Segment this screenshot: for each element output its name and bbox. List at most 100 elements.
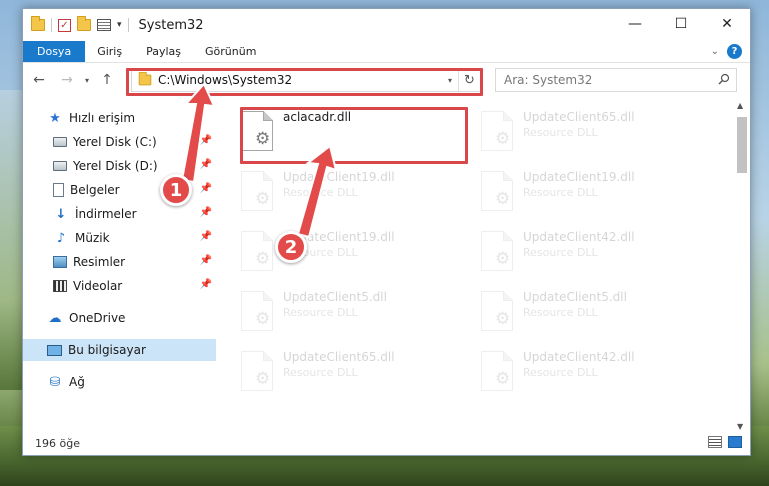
gear-icon: ⚙ [255, 189, 271, 209]
scroll-down-icon[interactable]: ▼ [737, 422, 743, 431]
pin-icon[interactable]: 📌 [200, 207, 212, 218]
dll-file-icon: ⚙ [241, 111, 273, 151]
ribbon-right: ⌄ ? [711, 44, 742, 59]
file-item[interactable]: ⚙ UpdateClient5.dll Resource DLL [473, 287, 693, 339]
file-name: aclacadr.dll [283, 110, 352, 124]
tab-home[interactable]: Giriş [85, 41, 134, 62]
scrollbar-thumb[interactable] [737, 117, 747, 173]
dll-file-icon: ⚙ [241, 171, 273, 211]
computer-icon [47, 344, 62, 356]
toolbar-divider [127, 18, 129, 32]
dll-file-icon: ⚙ [241, 291, 273, 331]
properties-check-icon[interactable]: ✓ [58, 18, 71, 32]
network-icon: ⛁ [49, 374, 61, 390]
file-name: UpdateClient42.dll [523, 230, 635, 244]
scroll-up-icon[interactable]: ▲ [737, 101, 743, 110]
address-path[interactable]: C:\Windows\System32 [158, 73, 292, 87]
close-button[interactable]: ✕ [704, 9, 750, 39]
view-switcher [708, 436, 742, 448]
minimize-button[interactable]: — [612, 9, 658, 39]
file-item-aclacadr[interactable]: ⚙ aclacadr.dll [233, 107, 453, 159]
pin-icon[interactable]: 📌 [200, 159, 212, 170]
file-name: UpdateClient5.dll [283, 290, 387, 304]
file-item[interactable]: ⚙ UpdateClient19.dll Resource DLL [233, 227, 453, 279]
sidebar-item-local-disk-d[interactable]: Yerel Disk (D:) 📌 [23, 155, 216, 177]
details-view-icon[interactable] [708, 436, 722, 448]
document-icon [53, 183, 64, 197]
pin-icon[interactable]: 📌 [200, 183, 212, 194]
search-icon[interactable] [718, 73, 730, 85]
file-item[interactable]: ⚙ UpdateClient19.dll Resource DLL [473, 167, 693, 219]
vertical-scrollbar[interactable]: ▲ ▼ [734, 99, 750, 433]
sidebar-item-label: Bu bilgisayar [68, 343, 146, 357]
back-arrow-icon[interactable]: ← [29, 72, 49, 88]
gear-icon: ⚙ [495, 249, 511, 269]
file-item[interactable]: ⚙ UpdateClient19.dll Resource DLL [233, 167, 453, 219]
sidebar-item-pictures[interactable]: Resimler 📌 [23, 251, 216, 273]
sidebar-item-label: Resimler [73, 255, 126, 269]
tab-share[interactable]: Paylaş [134, 41, 193, 62]
drive-icon [53, 161, 67, 171]
file-description: Resource DLL [523, 186, 598, 199]
sidebar-item-quick-access[interactable]: ★ Hızlı erişim [23, 107, 216, 129]
chevron-down-icon[interactable]: ⌄ [711, 46, 719, 57]
status-bar: 196 öğe [23, 431, 750, 455]
cloud-icon: ☁ [48, 310, 62, 326]
sidebar-item-music[interactable]: ♪ Müzik 📌 [23, 227, 216, 249]
new-folder-icon[interactable] [77, 16, 91, 31]
dll-file-icon: ⚙ [481, 111, 513, 151]
sidebar-item-this-pc[interactable]: Bu bilgisayar [23, 339, 216, 361]
pin-icon[interactable]: 📌 [200, 255, 212, 266]
drive-icon [53, 137, 67, 147]
file-name: UpdateClient65.dll [283, 350, 395, 364]
file-item[interactable]: ⚙ UpdateClient42.dll Resource DLL [473, 227, 693, 279]
maximize-button[interactable]: ☐ [658, 9, 704, 39]
file-item[interactable]: ⚙ UpdateClient65.dll Resource DLL [233, 347, 453, 399]
pin-icon[interactable]: 📌 [200, 135, 212, 146]
explorer-window: ✓ ▾ System32 — ☐ ✕ Dosya Giriş Paylaş Gö… [22, 8, 751, 456]
up-arrow-icon[interactable]: ↑ [97, 72, 117, 88]
dll-file-icon: ⚙ [241, 351, 273, 391]
sidebar-item-label: OneDrive [69, 311, 126, 325]
gear-icon: ⚙ [495, 309, 511, 329]
sidebar-item-label: Yerel Disk (C:) [73, 135, 157, 149]
file-item[interactable]: ⚙ UpdateClient42.dll Resource DLL [473, 347, 693, 399]
forward-arrow-icon[interactable]: → [57, 72, 77, 88]
sidebar-item-downloads[interactable]: ↓ İndirmeler 📌 [23, 203, 216, 225]
gear-icon: ⚙ [495, 189, 511, 209]
file-item[interactable]: ⚙ UpdateClient5.dll Resource DLL [233, 287, 453, 339]
sidebar-item-label: Videolar [73, 279, 123, 293]
sidebar-item-label: Hızlı erişim [69, 111, 136, 125]
dll-file-icon: ⚙ [481, 171, 513, 211]
folder-icon [31, 16, 45, 31]
sidebar-item-local-disk-c[interactable]: Yerel Disk (C:) 📌 [23, 131, 216, 153]
sidebar-item-videos[interactable]: Videolar 📌 [23, 275, 216, 297]
pin-icon[interactable]: 📌 [200, 279, 212, 290]
tab-view[interactable]: Görünüm [193, 41, 268, 62]
file-name: UpdateClient65.dll [523, 110, 635, 124]
address-bar[interactable]: C:\Windows\System32 ▾ ↻ [131, 68, 481, 92]
file-list: ⚙ aclacadr.dll ⚙ UpdateClient65.dll Reso… [233, 99, 731, 429]
file-description: Resource DLL [523, 306, 598, 319]
dll-file-icon: ⚙ [481, 351, 513, 391]
gear-icon: ⚙ [255, 309, 271, 329]
sidebar-item-label: İndirmeler [75, 207, 137, 221]
customize-list-icon[interactable] [97, 19, 111, 31]
search-input[interactable]: Ara: System32 [495, 68, 737, 92]
chevron-down-icon[interactable]: ▾ [117, 20, 122, 30]
help-icon[interactable]: ? [727, 44, 742, 59]
refresh-icon[interactable]: ↻ [458, 69, 480, 91]
dll-file-icon: ⚙ [481, 231, 513, 271]
chevron-down-icon[interactable]: ▾ [448, 76, 452, 85]
large-icons-view-icon[interactable] [728, 436, 742, 448]
sidebar-item-label: Belgeler [70, 183, 120, 197]
sidebar-item-network[interactable]: ⛁ Ağ [23, 371, 216, 393]
sidebar-item-onedrive[interactable]: ☁ OneDrive [23, 307, 216, 329]
file-name: UpdateClient42.dll [523, 350, 635, 364]
pin-icon[interactable]: 📌 [200, 231, 212, 242]
tab-file[interactable]: Dosya [23, 41, 86, 62]
gear-icon: ⚙ [255, 249, 271, 269]
file-description: Resource DLL [523, 366, 598, 379]
file-item[interactable]: ⚙ UpdateClient65.dll Resource DLL [473, 107, 693, 159]
recent-locations-chevron-icon[interactable]: ▾ [81, 76, 93, 85]
